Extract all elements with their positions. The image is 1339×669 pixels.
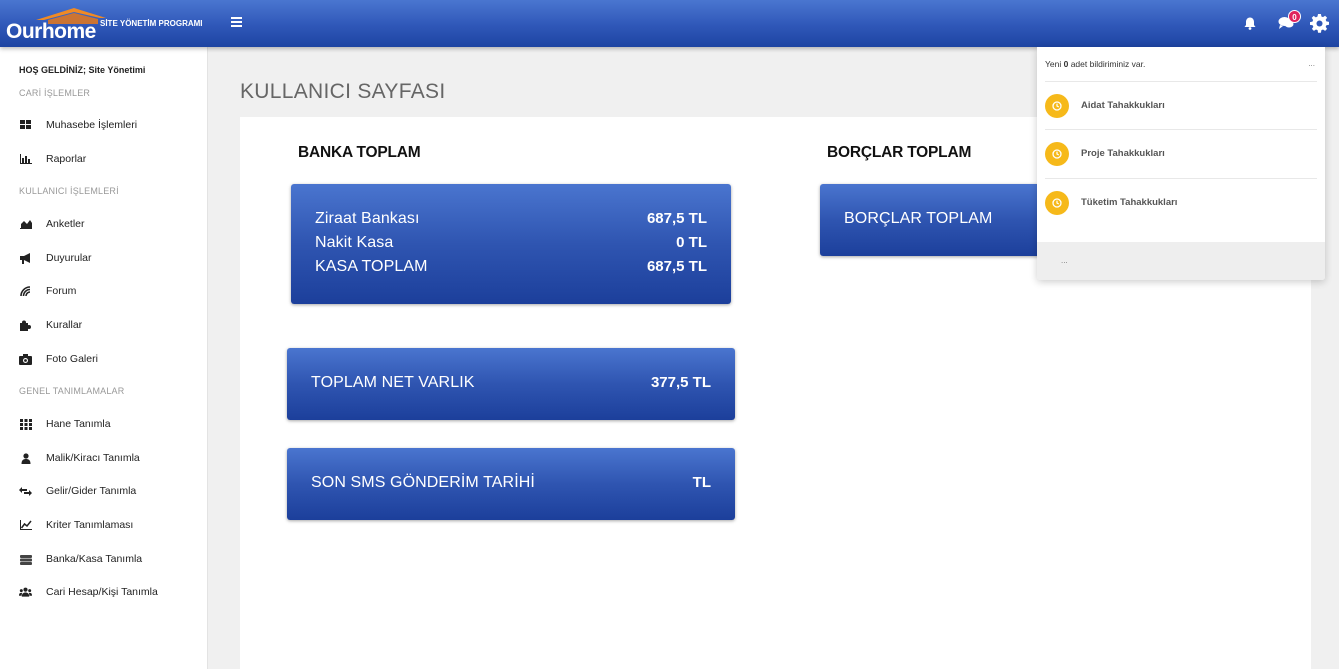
- notification-item-proje[interactable]: Proje Tahakkukları: [1045, 129, 1317, 177]
- page-title: KULLANICI SAYFASI: [240, 80, 446, 103]
- money-icon: [19, 553, 32, 566]
- grid-small-icon: [19, 119, 32, 132]
- logo[interactable]: Ourhome SİTE YÖNETİM PROGRAMI: [6, 4, 206, 43]
- sidebar-item-label: Duyurular: [46, 252, 92, 264]
- sidebar-item-label: Raporlar: [46, 153, 87, 165]
- banka-row: Ziraat Bankası 687,5 TL: [315, 210, 707, 228]
- row-value: 0 TL: [676, 234, 707, 251]
- sidebar-item-label: Forum: [46, 285, 77, 297]
- sidebar: HOŞ GELDİNİZ; Site Yönetimi CARİ İŞLEMLE…: [0, 47, 208, 669]
- clock-icon: [1045, 141, 1069, 166]
- sidebar-item-hane[interactable]: Hane Tanımla: [19, 415, 199, 433]
- sidebar-item-label: Kriter Tanımlaması: [46, 519, 134, 531]
- notifications-dropdown: Yeni 0 adet bildiriminiz var. ... Aidat …: [1037, 47, 1325, 280]
- sidebar-item-label: Banka/Kasa Tanımla: [46, 553, 143, 565]
- sidebar-item-label: Foto Galeri: [46, 353, 98, 365]
- sidebar-item-label: Malik/Kiracı Tanımla: [46, 452, 140, 464]
- row-label: Ziraat Bankası: [315, 210, 420, 227]
- notifications-more-link[interactable]: ...: [1308, 59, 1315, 68]
- notifications-prefix: Yeni: [1045, 59, 1064, 69]
- sidebar-item-label: Cari Hesap/Kişi Tanımla: [46, 586, 158, 598]
- row-value: TL: [692, 474, 711, 491]
- row-label: SON SMS GÖNDERİM TARİHİ: [311, 474, 535, 491]
- sidebar-item-muhasebe[interactable]: Muhasebe İşlemleri: [19, 116, 199, 134]
- banka-toplam-title: BANKA TOPLAM: [298, 144, 421, 161]
- messages-icon[interactable]: 0: [1278, 10, 1301, 30]
- line-chart-icon: [19, 519, 32, 532]
- sms-row: SON SMS GÖNDERİM TARİHİ TL: [311, 474, 711, 492]
- notification-item-aidat[interactable]: Aidat Tahakkukları: [1045, 81, 1317, 129]
- sidebar-item-kriter[interactable]: Kriter Tanımlaması: [19, 516, 199, 534]
- sidebar-item-forum[interactable]: Forum: [19, 282, 199, 300]
- sidebar-item-kurallar[interactable]: Kurallar: [19, 316, 199, 334]
- banka-row: Nakit Kasa 0 TL: [315, 234, 707, 252]
- sidebar-item-banka-kasa[interactable]: Banka/Kasa Tanımla: [19, 550, 199, 568]
- notification-label: Aidat Tahakkukları: [1081, 100, 1165, 111]
- welcome-text: HOŞ GELDİNİZ; Site Yönetimi: [19, 65, 146, 75]
- notification-label: Tüketim Tahakkukları: [1081, 197, 1178, 208]
- sidebar-item-cari-hesap[interactable]: Cari Hesap/Kişi Tanımla: [19, 583, 199, 601]
- sidebar-item-label: Muhasebe İşlemleri: [46, 119, 138, 131]
- bar-chart-icon: [19, 153, 32, 166]
- bell-icon[interactable]: [1244, 17, 1256, 30]
- banka-row: KASA TOPLAM 687,5 TL: [315, 258, 707, 276]
- logo-text: Ourhome: [6, 20, 96, 43]
- notifications-footer-text: ...: [1061, 256, 1068, 265]
- sidebar-item-anketler[interactable]: Anketler: [19, 215, 199, 233]
- sidebar-item-foto-galeri[interactable]: Foto Galeri: [19, 350, 199, 368]
- notification-item-tuketim[interactable]: Tüketim Tahakkukları: [1045, 178, 1317, 226]
- sidebar-item-label: Kurallar: [46, 319, 83, 331]
- area-chart-icon: [19, 218, 32, 231]
- sidebar-item-gelir-gider[interactable]: Gelir/Gider Tanımla: [19, 482, 199, 500]
- row-label: KASA TOPLAM: [315, 258, 428, 275]
- notification-label: Proje Tahakkukları: [1081, 148, 1165, 159]
- sidebar-item-malik-kiraci[interactable]: Malik/Kiracı Tanımla: [19, 449, 199, 467]
- row-value: 687,5 TL: [646, 258, 707, 275]
- clock-icon: [1045, 93, 1069, 118]
- puzzle-icon: [19, 319, 32, 332]
- notifications-suffix: adet bildiriminiz var.: [1068, 59, 1146, 69]
- row-label: BORÇLAR TOPLAM: [844, 210, 993, 227]
- sms-card[interactable]: SON SMS GÖNDERİM TARİHİ TL: [287, 448, 735, 520]
- top-navbar: Ourhome SİTE YÖNETİM PROGRAMI 0: [0, 0, 1339, 47]
- bullhorn-icon: [19, 252, 32, 265]
- row-value: 377,5 TL: [650, 374, 711, 391]
- row-value: 687,5 TL: [646, 210, 707, 227]
- gear-icon[interactable]: [1310, 13, 1329, 33]
- sidebar-item-raporlar[interactable]: Raporlar: [19, 150, 199, 168]
- logo-subtitle: SİTE YÖNETİM PROGRAMI: [100, 19, 203, 28]
- section-cari: CARİ İŞLEMLER: [19, 88, 91, 98]
- clock-icon: [1045, 190, 1069, 215]
- sidebar-item-label: Hane Tanımla: [46, 418, 111, 430]
- borclar-toplam-title: BORÇLAR TOPLAM: [827, 144, 972, 161]
- exchange-icon: [19, 485, 32, 498]
- grid-icon: [19, 418, 32, 431]
- row-label: TOPLAM NET VARLIK: [311, 374, 475, 391]
- section-genel: GENEL TANIMLAMALAR: [19, 386, 125, 396]
- notifications-footer[interactable]: ...: [1037, 242, 1325, 280]
- section-kullanici: KULLANICI İŞLEMLERİ: [19, 186, 119, 196]
- net-varlik-row: TOPLAM NET VARLIK 377,5 TL: [311, 374, 711, 392]
- banka-toplam-card[interactable]: Ziraat Bankası 687,5 TL Nakit Kasa 0 TL …: [291, 184, 731, 304]
- camera-icon: [19, 353, 32, 366]
- net-varlik-card[interactable]: TOPLAM NET VARLIK 377,5 TL: [287, 348, 735, 420]
- user-icon: [19, 452, 32, 465]
- menu-toggle-icon[interactable]: [231, 17, 242, 27]
- users-icon: [19, 586, 32, 599]
- signal-icon: [19, 285, 32, 298]
- row-label: Nakit Kasa: [315, 234, 394, 251]
- sidebar-item-duyurular[interactable]: Duyurular: [19, 249, 199, 267]
- messages-badge: 0: [1288, 10, 1301, 23]
- sidebar-item-label: Gelir/Gider Tanımla: [46, 485, 137, 497]
- sidebar-item-label: Anketler: [46, 218, 85, 230]
- notifications-header: Yeni 0 adet bildiriminiz var.: [1045, 59, 1145, 69]
